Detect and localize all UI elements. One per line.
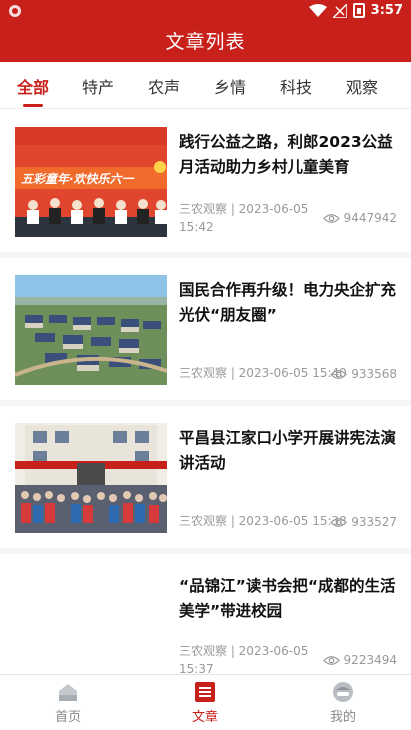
app-notification-icon <box>9 5 21 17</box>
nav-home-label: 首页 <box>54 710 81 725</box>
nav-articles-label: 文章 <box>191 710 218 725</box>
tab-observation[interactable]: 观察 <box>336 74 388 98</box>
tab-hometown[interactable]: 乡情 <box>204 74 256 98</box>
home-icon <box>59 684 77 701</box>
profile-icon <box>333 682 353 702</box>
article-views: 9223494 <box>322 653 397 667</box>
signal-icon <box>332 3 347 18</box>
article-views: 933527 <box>330 515 397 529</box>
wifi-icon <box>308 3 327 17</box>
tab-technology[interactable]: 科技 <box>270 74 322 98</box>
article-source-date: 三农观察 | 2023-06-05 15:42 <box>179 202 309 234</box>
eye-icon <box>322 655 340 665</box>
eye-icon <box>330 517 348 527</box>
nav-profile[interactable]: 我的 <box>313 681 373 725</box>
article-thumbnail <box>15 423 167 533</box>
article-views: 933568 <box>330 367 397 381</box>
article-icon <box>195 682 215 702</box>
thumbnail-banner-text: 五彩童年·欢快乐六一 <box>21 172 134 186</box>
article-title: 国民合作再升级！电力央企扩充光伏“朋友圈” <box>179 281 397 324</box>
view-count: 9447942 <box>343 211 397 225</box>
eye-icon <box>330 369 348 379</box>
article-views: 9447942 <box>322 211 397 225</box>
article-item[interactable]: 平昌县江家口小学开展讲宪法演讲活动 三农观察 | 2023-06-05 15:3… <box>0 406 411 554</box>
article-source-date: 三农观察 | 2023-06-05 15:37 <box>179 644 309 674</box>
eye-icon <box>322 213 340 223</box>
status-bar: 3:57 <box>0 0 411 24</box>
article-title: 践行公益之路，利郎2023公益月活动助力乡村儿童美育 <box>179 133 393 176</box>
article-source-date: 三农观察 | 2023-06-05 15:40 <box>179 366 347 380</box>
article-thumbnail: 五彩童年·欢快乐六一 <box>15 127 167 237</box>
battery-icon <box>352 3 365 18</box>
page-title: 文章列表 <box>0 24 411 62</box>
article-source-date: 三农观察 | 2023-06-05 15:38 <box>179 514 347 528</box>
nav-home[interactable]: 首页 <box>38 681 98 725</box>
tab-farm-voice[interactable]: 农声 <box>138 74 190 98</box>
category-tabs: 全部 特产 农声 乡情 科技 观察 <box>0 62 411 109</box>
status-time: 3:57 <box>370 3 403 18</box>
active-tab-indicator <box>23 104 43 107</box>
article-title: “品锦江”读书会把“成都的生活美学”带进校园 <box>179 577 396 620</box>
article-item[interactable]: “品锦江”读书会把“成都的生活美学”带进校园 三农观察 | 2023-06-05… <box>0 554 411 674</box>
tab-all[interactable]: 全部 <box>7 74 59 98</box>
tab-specialty[interactable]: 特产 <box>72 74 124 98</box>
bottom-navigation: 首页 文章 我的 <box>0 674 411 730</box>
view-count: 933527 <box>351 515 397 529</box>
view-count: 9223494 <box>343 653 397 667</box>
nav-profile-label: 我的 <box>329 710 356 725</box>
article-title: 平昌县江家口小学开展讲宪法演讲活动 <box>179 429 397 472</box>
article-item[interactable]: 五彩童年·欢快乐六一 践行公益之路，利郎2023公益月活动助力乡村儿童美育 三农… <box>0 110 411 258</box>
article-item[interactable]: 国民合作再升级！电力央企扩充光伏“朋友圈” 三农观察 | 2023-06-05 … <box>0 258 411 406</box>
view-count: 933568 <box>351 367 397 381</box>
article-thumbnail <box>15 275 167 385</box>
status-icons: 3:57 <box>308 3 403 18</box>
nav-articles[interactable]: 文章 <box>175 681 235 725</box>
article-list: 五彩童年·欢快乐六一 践行公益之路，利郎2023公益月活动助力乡村儿童美育 三农… <box>0 110 411 674</box>
